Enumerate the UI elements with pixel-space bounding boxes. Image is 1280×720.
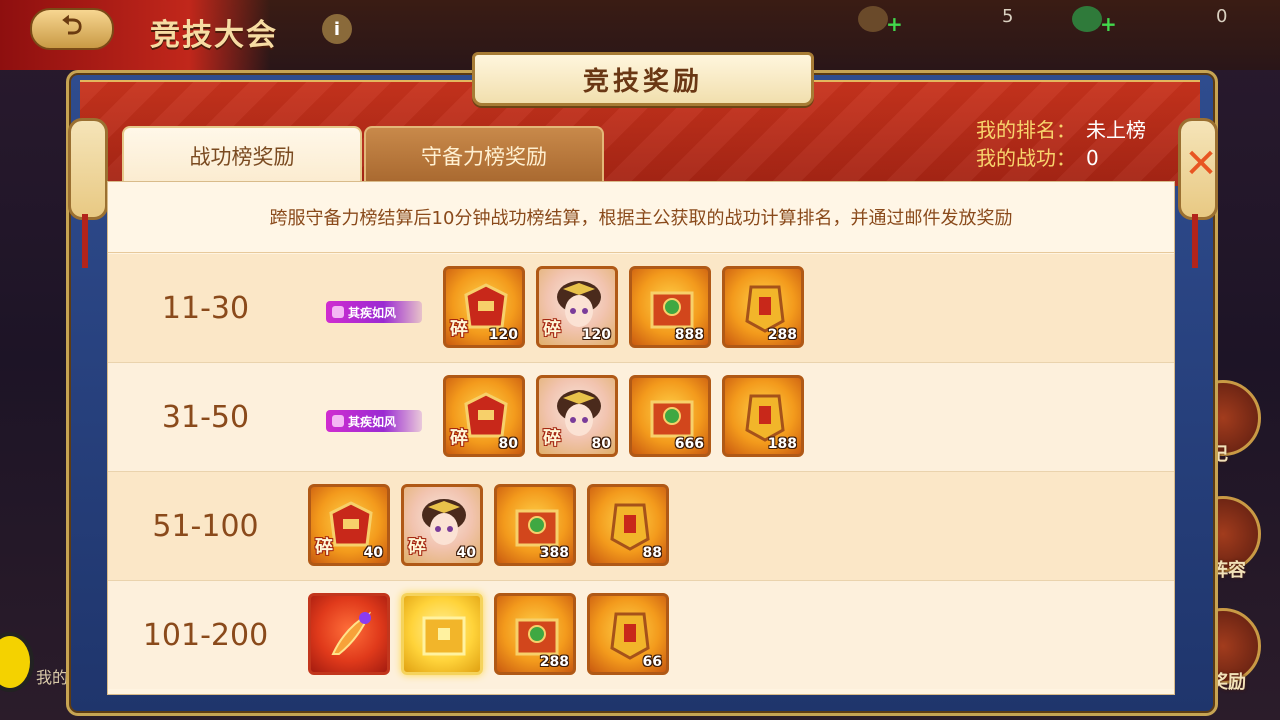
shard-label: 碎 [450, 428, 468, 449]
close-icon: ✕ [1184, 141, 1218, 187]
shard-label: 碎 [408, 537, 426, 558]
item-count: 40 [456, 545, 476, 561]
shard-label: 碎 [315, 537, 333, 558]
item-count: 80 [591, 436, 611, 452]
treasure-box-icon[interactable]: 288 [494, 593, 576, 675]
item-count: 188 [767, 436, 797, 452]
pen-icon [332, 415, 344, 427]
my-rank-panel: 我的排名： 未上榜 我的战功： 0 [976, 116, 1146, 172]
rank-range: 51-100 [152, 508, 259, 544]
rank-range: 101-200 [142, 617, 269, 653]
pen-icon [332, 306, 344, 318]
my-merit-label: 我的战功： [976, 146, 1076, 170]
item-count: 120 [581, 327, 611, 343]
item-count: 388 [539, 545, 569, 561]
rank-range: 11-30 [161, 290, 250, 326]
hero-portrait-shard-icon[interactable]: 碎 40 [401, 484, 483, 566]
add-turtle-button[interactable]: + [1100, 12, 1117, 36]
item-count: 40 [363, 545, 383, 561]
reward-row: 11-30 其疾如风 碎 120 碎 120 888 288 [108, 254, 1174, 362]
lantern-left-icon [68, 118, 108, 220]
item-count: 66 [642, 654, 662, 670]
shard-label: 碎 [450, 319, 468, 340]
reward-list[interactable]: 跨服守备力榜结算后10分钟战功榜结算，根据主公获取的战功计算排名，并通过邮件发放… [107, 181, 1175, 695]
horse-icon [858, 6, 888, 32]
back-arrow-icon: ⮌ [61, 11, 83, 41]
lantern-tassel [1192, 214, 1198, 268]
chat-bubble-icon[interactable] [0, 632, 34, 692]
title-badge: 其疾如风 [326, 301, 422, 323]
lantern-tassel [82, 214, 88, 268]
close-button[interactable]: ✕ [1180, 140, 1222, 188]
reward-row: 51-100 碎 40 碎 40 388 88 [108, 472, 1174, 580]
info-icon[interactable]: i [322, 14, 352, 44]
armor-shard-icon[interactable]: 碎 80 [443, 375, 525, 457]
reward-row: 31-50 其疾如风 碎 80 碎 80 666 188 [108, 363, 1174, 471]
tab-merit-ranking[interactable]: 战功榜奖励 [122, 126, 362, 184]
my-label: 我的 [36, 668, 69, 687]
back-button[interactable]: ⮌ [30, 8, 114, 50]
badge-label: 其疾如风 [348, 305, 397, 320]
reward-row: 101-200 288 66 [108, 581, 1174, 689]
reward-description: 跨服守备力榜结算后10分钟战功榜结算，根据主公获取的战功计算排名，并通过邮件发放… [108, 182, 1174, 253]
item-count: 120 [488, 327, 518, 343]
treasure-box-icon[interactable]: 388 [494, 484, 576, 566]
my-rank-value: 未上榜 [1086, 118, 1146, 142]
hero-portrait-shard-icon[interactable]: 碎 120 [536, 266, 618, 348]
my-merit-value: 0 [1086, 146, 1099, 170]
item-count: 288 [539, 654, 569, 670]
treasure-box-icon[interactable]: 666 [629, 375, 711, 457]
command-token-icon[interactable]: 88 [587, 484, 669, 566]
modal-title: 竞技奖励 [582, 66, 703, 97]
horse-count: 5 [1002, 6, 1014, 27]
item-count: 80 [498, 436, 518, 452]
shard-label: 碎 [543, 319, 561, 340]
phoenix-feather-icon[interactable] [308, 593, 390, 675]
page-title: 竞技大会 [150, 18, 278, 53]
command-token-icon[interactable]: 66 [587, 593, 669, 675]
item-count: 888 [674, 327, 704, 343]
rank-range: 31-50 [161, 399, 250, 435]
turtle-count: 0 [1216, 6, 1228, 27]
treasure-box-icon[interactable]: 888 [629, 266, 711, 348]
golden-chest-icon[interactable] [401, 593, 483, 675]
tab-defense-ranking[interactable]: 守备力榜奖励 [364, 126, 604, 184]
badge-label: 其疾如风 [348, 414, 397, 429]
command-token-icon[interactable]: 288 [722, 266, 804, 348]
armor-shard-icon[interactable]: 碎 40 [308, 484, 390, 566]
item-count: 288 [767, 327, 797, 343]
item-count: 666 [674, 436, 704, 452]
command-token-icon[interactable]: 188 [722, 375, 804, 457]
turtle-icon [1072, 6, 1102, 32]
add-horse-button[interactable]: + [886, 12, 903, 36]
item-count: 88 [642, 545, 662, 561]
armor-shard-icon[interactable]: 碎 120 [443, 266, 525, 348]
title-badge: 其疾如风 [326, 410, 422, 432]
my-rank-label: 我的排名： [976, 118, 1076, 142]
hero-portrait-shard-icon[interactable]: 碎 80 [536, 375, 618, 457]
modal-title-plate: 竞技奖励 [472, 52, 814, 106]
shard-label: 碎 [543, 428, 561, 449]
